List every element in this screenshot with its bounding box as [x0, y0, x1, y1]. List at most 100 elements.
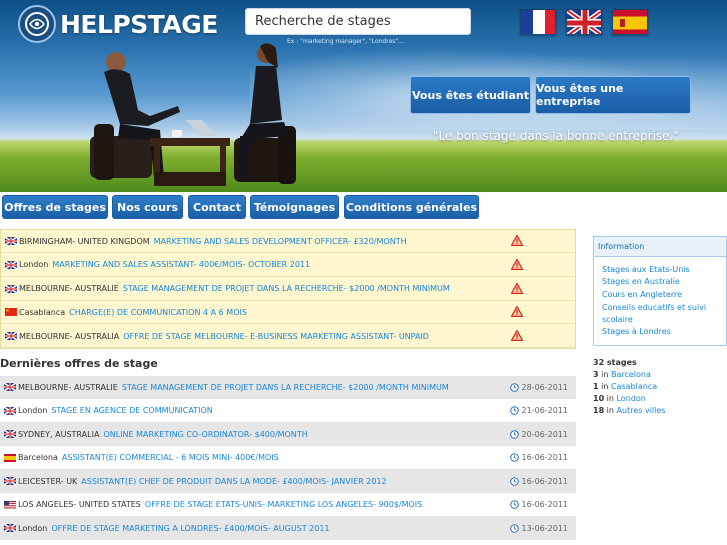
offer-title-link[interactable]: STAGE MANAGEMENT DE PROJET DANS LA RECHE…: [122, 383, 449, 392]
offer-title-link[interactable]: MARKETING AND SALES ASSISTANT- 400€/MOIS…: [52, 260, 310, 269]
es-flag-icon: [4, 453, 16, 462]
uk-flag-icon: [4, 383, 16, 391]
student-button[interactable]: Vous êtes étudiant: [410, 76, 531, 114]
spain-flag-icon[interactable]: [612, 9, 648, 35]
latest-row[interactable]: MELBOURNE- AUSTRALIE STAGE MANAGEMENT DE …: [0, 376, 576, 399]
latest-row[interactable]: Barcelona ASSISTANT(E) COMMERCIAL - 6 MOI…: [0, 446, 576, 470]
main-nav: Offres de stages Nos cours Contact Témoi…: [0, 192, 727, 222]
us-flag-icon: [4, 500, 16, 509]
uk-flag-icon: [5, 332, 17, 341]
offer-location: London: [19, 260, 49, 270]
company-button[interactable]: Vous êtes une entreprise: [535, 76, 691, 114]
featured-offers: BIRMINGHAM- UNITED KINGDOM MARKETING AND …: [0, 229, 576, 349]
featured-row[interactable]: London MARKETING AND SALES ASSISTANT- 400…: [1, 254, 575, 277]
uk-flag-icon: [5, 284, 17, 293]
offer-location: MELBOURNE- AUSTRALIE: [18, 382, 118, 392]
warning-icon[interactable]: [510, 281, 524, 296]
link-conseils-scolaire[interactable]: scolaire: [602, 315, 633, 324]
total-stages: 32 stages: [593, 358, 637, 367]
featured-row[interactable]: MELBOURNE- AUSTRALIE STAGE MANAGEMENT DE …: [1, 278, 575, 301]
link-stages-etats-unis[interactable]: Stages aux Etats-Unis: [602, 265, 690, 274]
offer-location: London: [18, 406, 48, 415]
stat-link-london[interactable]: London: [617, 394, 646, 403]
warning-icon[interactable]: [510, 329, 524, 343]
featured-row[interactable]: MELBOURNE- AUSTRALIA OFFRE DE STAGE MELBO…: [1, 325, 575, 349]
latest-row[interactable]: LEICESTER- UK ASSISTANT(E) CHEF DE PRODUI…: [0, 470, 576, 493]
uk-flag-icon: [5, 237, 17, 245]
offer-title-link[interactable]: ASSISTANT(E) CHEF DE PRODUIT DANS LA MOD…: [81, 477, 386, 486]
offer-location: Barcelona: [18, 453, 58, 462]
offer-title-link[interactable]: MARKETING AND SALES DEVELOPMENT OFFICER-…: [154, 237, 407, 246]
offer-location: MELBOURNE- AUSTRALIE: [19, 284, 119, 294]
latest-row[interactable]: LOS ANGELES- UNITED STATES OFFRE DE STAGE…: [0, 493, 576, 517]
offer-title-link[interactable]: OFFRE DE STAGE ETATS-UNIS- MARKETING LOS…: [145, 500, 422, 509]
offer-title-link[interactable]: CHARGE(E) DE COMMUNICATION 4 A 6 MOIS: [69, 308, 247, 317]
uk-flag-icon: [4, 477, 16, 485]
uk-flag-icon[interactable]: [566, 9, 602, 35]
link-cours-angleterre[interactable]: Cours en Angleterre: [602, 290, 682, 299]
stat-link-casablanca[interactable]: Casablanca: [611, 382, 657, 391]
nav-conditions-generales[interactable]: Conditions générales: [344, 195, 479, 219]
stat-link-autres-villes[interactable]: Autres villes: [617, 406, 666, 415]
offer-location: Casablanca: [19, 307, 66, 317]
offer-title-link[interactable]: OFFRE DE STAGE MARKETING A LONDRES- £400…: [51, 524, 329, 533]
nav-offres-de-stages[interactable]: Offres de stages: [2, 195, 108, 219]
offer-date: 16-06-2011: [509, 453, 568, 462]
link-stages-australie[interactable]: Stages en Australie: [602, 277, 680, 286]
search-input[interactable]: [245, 8, 471, 35]
offer-location: MELBOURNE- AUSTRALIA: [19, 331, 120, 341]
stat-link-barcelona[interactable]: Barcelona: [611, 370, 651, 379]
uk-flag-icon: [4, 406, 16, 415]
france-flag-icon[interactable]: [520, 9, 556, 35]
offer-date: 28-06-2011: [509, 383, 568, 392]
offer-title-link[interactable]: OFFRE DE STAGE MELBOURNE- E-BUSINESS MAR…: [123, 332, 429, 341]
warning-icon[interactable]: [510, 305, 524, 319]
featured-row[interactable]: Casablanca CHARGE(E) DE COMMUNICATION 4 A…: [1, 301, 575, 325]
tagline: "Le bon stage dans la bonne entreprise.": [433, 129, 679, 143]
offer-title-link[interactable]: STAGE MANAGEMENT DE PROJET DANS LA RECHE…: [123, 284, 450, 293]
offer-date: 16-06-2011: [509, 500, 568, 509]
link-conseils-educatifs[interactable]: Conseils educatifs et suivi: [602, 303, 706, 312]
offer-location: SYDNEY, AUSTRALIA: [18, 429, 100, 439]
offer-location: BIRMINGHAM- UNITED KINGDOM: [19, 236, 150, 246]
hero-banner: HELPSTAGE Ex : "marketing manager", "Lon…: [0, 0, 727, 192]
information-box: Information Stages aux Etats-Unis Stages…: [593, 236, 727, 346]
offer-date: 13-06-2011: [509, 524, 568, 533]
logo-mark-icon: [18, 5, 56, 43]
latest-row[interactable]: London STAGE EN AGENCE DE COMMUNICATION 21…: [0, 399, 576, 423]
offer-date: 16-06-2011: [509, 477, 568, 486]
offer-date: 21-06-2011: [509, 406, 568, 415]
offer-title-link[interactable]: ASSISTANT(E) COMMERCIAL - 6 MOIS MINI- 4…: [62, 453, 279, 462]
nav-nos-cours[interactable]: Nos cours: [112, 195, 183, 219]
offer-location: London: [18, 523, 48, 533]
link-stages-londres[interactable]: Stages à Londres: [602, 327, 671, 336]
uk-flag-icon: [4, 430, 16, 438]
nav-temoignages[interactable]: Témoignages: [250, 195, 339, 219]
cn-flag-icon: [5, 308, 17, 317]
search-hint: Ex : "marketing manager", "Londres"...: [287, 38, 404, 45]
offer-title-link[interactable]: STAGE EN AGENCE DE COMMUNICATION: [51, 406, 212, 415]
offer-location: LOS ANGELES- UNITED STATES: [18, 500, 141, 509]
stage-stats: 32 stages 3 in Barcelona 1 in Casablanca…: [593, 358, 665, 418]
latest-row[interactable]: SYDNEY, AUSTRALIA ONLINE MARKETING CO-ORD…: [0, 423, 576, 446]
nav-contact[interactable]: Contact: [188, 195, 246, 219]
stat-row: 10 in London: [593, 394, 646, 403]
uk-flag-icon: [5, 260, 17, 269]
uk-flag-icon: [4, 524, 16, 532]
warning-icon[interactable]: [510, 234, 524, 248]
latest-offers-title: Dernières offres de stage: [0, 357, 158, 370]
stat-row: 18 in Autres villes: [593, 406, 666, 415]
information-title: Information: [594, 237, 726, 257]
featured-row[interactable]: BIRMINGHAM- UNITED KINGDOM MARKETING AND …: [1, 230, 575, 253]
stat-row: 1 in Casablanca: [593, 382, 658, 391]
stat-row: 3 in Barcelona: [593, 370, 651, 379]
meeting-illustration: [90, 43, 296, 186]
latest-offers: MELBOURNE- AUSTRALIE STAGE MANAGEMENT DE …: [0, 376, 576, 545]
logo[interactable]: HELPSTAGE: [18, 4, 218, 44]
offer-title-link[interactable]: ONLINE MARKETING CO-ORDINATOR- $400/MONT…: [103, 430, 307, 439]
latest-row[interactable]: London OFFRE DE STAGE MARKETING A LONDRES…: [0, 517, 576, 540]
logo-text: HELPSTAGE: [60, 9, 218, 39]
offer-location: LEICESTER- UK: [18, 476, 78, 486]
warning-icon[interactable]: [510, 258, 524, 272]
offer-date: 20-06-2011: [509, 430, 568, 439]
